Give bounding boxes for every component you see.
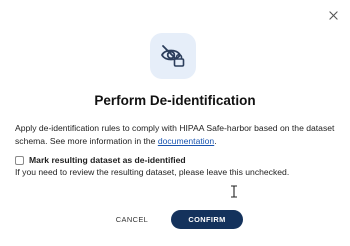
close-icon [328, 10, 338, 20]
documentation-link[interactable]: documentation [158, 136, 214, 146]
deidentification-dialog: Perform De-identification Apply de-ident… [0, 0, 350, 246]
text-cursor-icon [231, 185, 237, 198]
mark-deidentified-label[interactable]: Mark resulting dataset as de-identified [29, 155, 186, 165]
close-button[interactable] [324, 6, 342, 24]
confirm-button[interactable]: CONFIRM [171, 210, 243, 229]
visibility-off-lock-icon [150, 33, 196, 79]
mark-deidentified-row[interactable]: Mark resulting dataset as de-identified [15, 155, 186, 165]
mark-deidentified-checkbox[interactable] [15, 155, 24, 165]
review-hint: If you need to review the resulting data… [15, 167, 290, 177]
description-end: . [214, 135, 217, 146]
dialog-description: Apply de-identification rules to comply … [15, 122, 341, 147]
cancel-button[interactable]: CANCEL [108, 210, 156, 228]
dialog-title: Perform De-identification [94, 93, 256, 108]
